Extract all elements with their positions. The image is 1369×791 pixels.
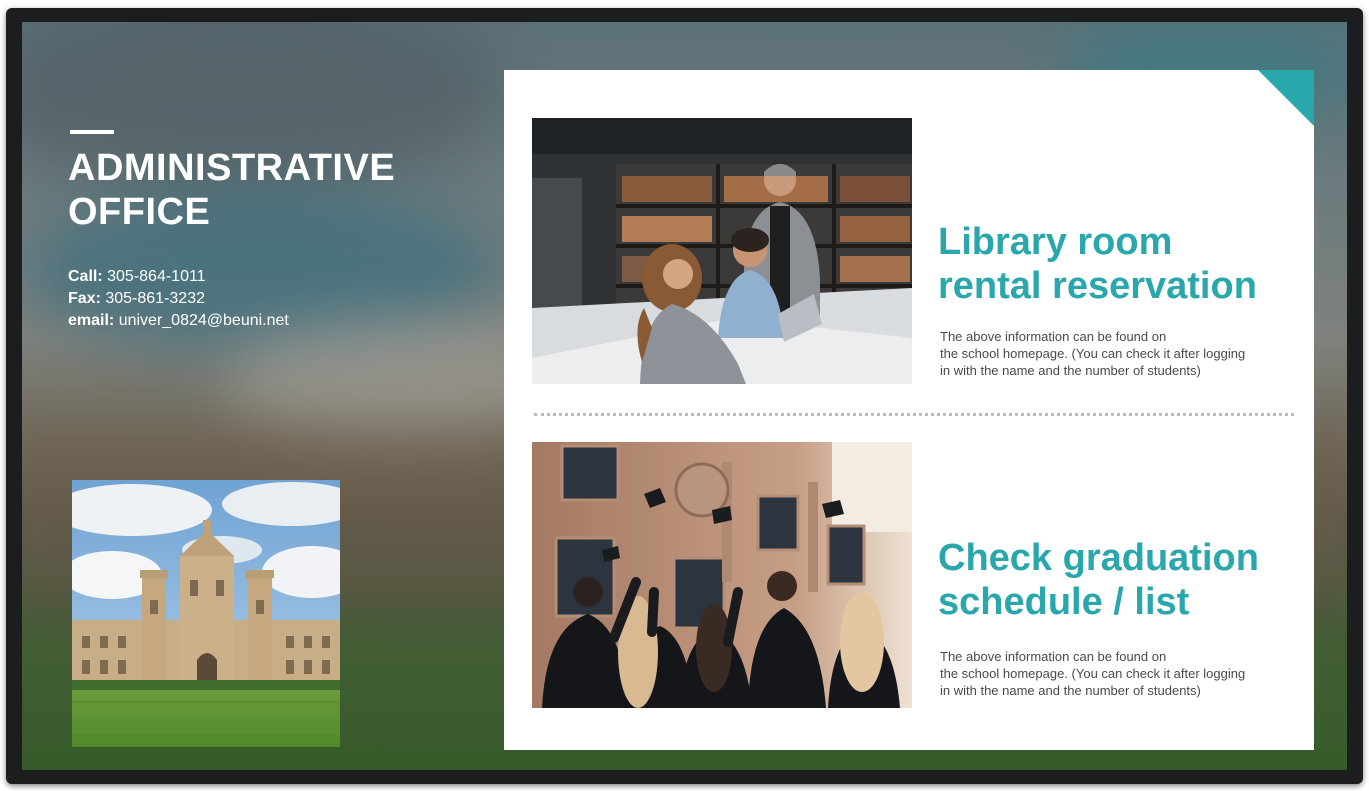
contact-call: Call: 305-864-1011 bbox=[68, 266, 289, 288]
library-desc-line1: The above information can be found on bbox=[940, 329, 1167, 344]
contact-fax: Fax: 305-861-3232 bbox=[68, 288, 289, 310]
email-label: email: bbox=[68, 312, 115, 329]
office-title-line2: OFFICE bbox=[68, 191, 211, 233]
graduation-desc-line3: in with the name and the number of stude… bbox=[940, 683, 1201, 698]
graduation-heading-line2: schedule / list bbox=[938, 581, 1190, 623]
library-photo bbox=[532, 118, 912, 384]
display-monitor: ADMINISTRATIVE OFFICE Call: 305-864-1011… bbox=[6, 8, 1363, 784]
contact-email: email: univer_0824@beuni.net bbox=[68, 310, 289, 332]
office-title-line1: ADMINISTRATIVE bbox=[68, 147, 396, 189]
email-value: univer_0824@beuni.net bbox=[118, 312, 289, 329]
graduation-desc-line1: The above information can be found on bbox=[940, 649, 1167, 664]
signage-screen: ADMINISTRATIVE OFFICE Call: 305-864-1011… bbox=[22, 22, 1347, 770]
office-title: ADMINISTRATIVE OFFICE bbox=[68, 146, 468, 234]
library-heading-line1: Library room bbox=[938, 221, 1173, 263]
contact-info: Call: 305-864-1011 Fax: 305-861-3232 ema… bbox=[68, 266, 289, 332]
graduation-heading: Check graduation schedule / list bbox=[938, 536, 1259, 624]
graduation-heading-line1: Check graduation bbox=[938, 537, 1259, 579]
library-desc-line3: in with the name and the number of stude… bbox=[940, 363, 1201, 378]
graduation-desc-line2: the school homepage. (You can check it a… bbox=[940, 666, 1246, 681]
teal-corner-icon bbox=[1258, 70, 1314, 126]
fax-value: 305-861-3232 bbox=[105, 290, 205, 307]
info-card: Library room rental reservation The abov… bbox=[504, 70, 1314, 750]
title-dash bbox=[70, 130, 114, 134]
section-divider bbox=[534, 413, 1294, 416]
library-desc-line2: the school homepage. (You can check it a… bbox=[940, 346, 1246, 361]
library-heading-line2: rental reservation bbox=[938, 265, 1257, 307]
campus-photo bbox=[72, 480, 340, 747]
call-label: Call: bbox=[68, 268, 103, 285]
call-value: 305-864-1011 bbox=[107, 268, 206, 285]
library-description: The above information can be found on th… bbox=[940, 328, 1300, 379]
library-heading: Library room rental reservation bbox=[938, 220, 1257, 308]
fax-label: Fax: bbox=[68, 290, 101, 307]
graduation-photo bbox=[532, 442, 912, 708]
graduation-description: The above information can be found on th… bbox=[940, 648, 1300, 699]
